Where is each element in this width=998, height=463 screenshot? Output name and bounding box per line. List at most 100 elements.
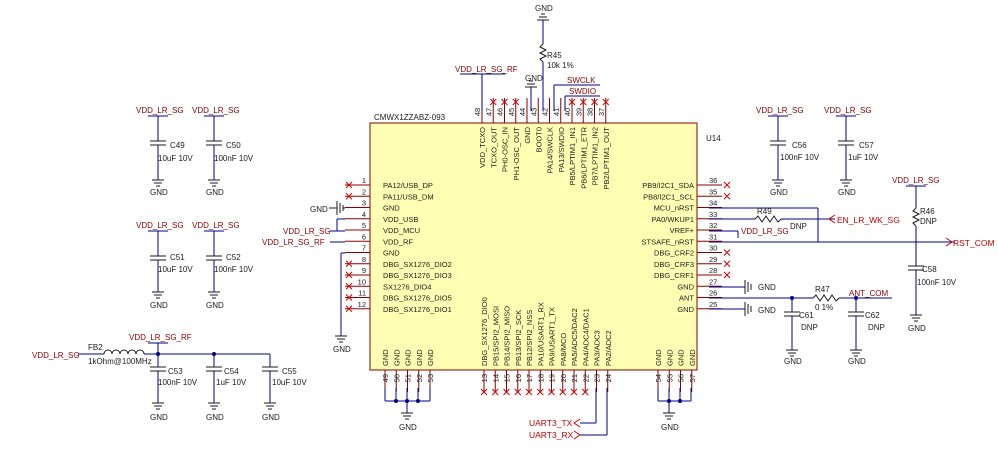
gnd-symbol-bottom-left [401,412,413,420]
pin-name-4: VDD_USB [383,215,418,224]
c50-ref: C50 [226,141,241,150]
pin-num-38: 38 [586,108,595,116]
c49-ref: C49 [170,141,185,150]
pin-name-46: PH0-OSC_IN [501,127,510,172]
pin-num-36: 36 [709,176,717,185]
gnd-symbol-bottom-right [663,412,675,420]
net-swdio: SWDIO [569,87,596,96]
pin-num-18: 18 [536,374,545,382]
pin-name-51: GND [404,349,413,366]
pin-num-39: 39 [574,108,583,116]
gnd-label-c58: GND [908,324,926,333]
pin-num-3: 3 [362,199,366,208]
r49-resistor [754,215,782,223]
gnd-symbol-c58 [910,314,922,322]
pin-num-52: 52 [415,374,424,382]
gnd-label-c54: GND [206,413,224,422]
pin-name-34: MCU_nRST [654,204,695,213]
pin-name-1: PA12/USB_DP [383,181,433,190]
gnd-label-c49: GND [150,188,168,197]
pin-num-55: 55 [665,374,674,382]
pin-name-16: PB13/SPI2_SCK [514,310,523,366]
net-vdd-lr-sg-rf-fb2: VDD_LR_SG_RF [129,333,192,342]
pin-num-23: 23 [593,374,602,382]
c54-value: 1uF 10V [216,378,247,387]
gnd-label-r45: GND [535,4,553,13]
pin-name-47: TCXO_OUT [489,127,498,168]
r47-ref: R47 [815,285,830,294]
gnd-symbol-c49 [152,179,164,187]
gnd-label-pin44: GND [525,74,543,83]
pin-name-30: DBG_CRF2 [654,249,694,258]
pin-name-24: PA2/ADC2 [604,330,613,366]
pin-num-13: 13 [480,374,489,382]
pin-num-56: 56 [677,374,686,382]
gnd-symbol-c61 [786,349,798,357]
uart3-rx-arrow [573,430,581,440]
gnd-label-c57: GND [838,188,856,197]
pin-name-27: GND [677,282,694,291]
pin-num-35: 35 [709,187,717,196]
pin-name-57: GND [688,349,697,366]
net-vdd-lr-sg-rf-left: VDD_LR_SG_RF [262,238,325,247]
pin-name-55: GND [665,349,674,366]
pin-name-50: GND [392,349,401,366]
pin-num-54: 54 [654,374,663,382]
gnd-symbol-c57 [840,179,852,187]
c58-ref: C58 [922,265,937,274]
gnd-label-c62: GND [848,357,866,366]
pin-num-8: 8 [362,255,366,264]
net-rst-com: RST_COM [953,238,995,248]
pin-num-30: 30 [709,244,717,253]
c54-ref: C54 [224,367,239,376]
pin-name-45: PH1-OSC_OUT [512,127,521,181]
gnd-label-c53: GND [150,413,168,422]
pin-name-3: GND [383,204,400,213]
net-vdd-lr-sg-rf-top: VDD_LR_SG_RF [455,65,518,74]
pin-name-41: PA13/SWDIO [557,127,566,172]
fb2-ref: FB2 [88,343,103,352]
pin-num-57: 57 [688,374,697,382]
pin-num-31: 31 [709,232,717,241]
pin-name-9: DBG_SX1276_DIO3 [383,271,452,280]
pin-num-16: 16 [514,374,523,382]
gnd-label-bottom-right: GND [661,423,679,432]
pin-num-29: 29 [709,255,717,264]
chip-part: CMWX1ZZABZ-093 [374,113,446,122]
c62-ref: C62 [865,311,880,320]
net-vdd-lr-sg-left: VDD_LR_SG [283,227,331,236]
pin-num-6: 6 [362,232,366,241]
gnd-symbol-c52 [208,291,220,299]
pin-name-29: DBG_CRF3 [654,260,694,269]
c53-ref: C53 [168,367,183,376]
gnd-label-pin25: GND [758,306,776,315]
c53-value: 100nF 10V [158,378,198,387]
net-en-lr-wk-sg: EN_LR_WK_SG [837,215,900,225]
pin-num-5: 5 [362,221,366,230]
c56-ref: C56 [792,141,807,150]
net-vdd-lr-sg-c57: VDD_LR_SG [824,106,872,115]
pin-name-39: PB6/LPTIM1_ETR [579,126,588,188]
gnd-label-c56: GND [770,188,788,197]
pin-num-22: 22 [581,374,590,382]
pin-name-37: PB2/LPTIM1_OUT [602,127,611,190]
pin-name-23: PA3/ADC3 [593,330,602,366]
schematic-canvas: CMWX1ZZABZ-093 U14 1 PA12/USB_DP 2 PA11/USB… [32,4,995,440]
c51-ref: C51 [170,253,185,262]
pin-name-14: PB15/SPI2_MOSI [491,306,500,366]
r47-value: 0 1% [815,303,833,312]
c61-value: DNP [801,323,818,332]
pin-num-41: 41 [552,108,561,116]
c62-value: DNP [868,323,885,332]
pin-num-49: 49 [381,374,390,382]
c61-ref: C61 [799,311,814,320]
pin-num-42: 42 [541,108,550,116]
pin-num-50: 50 [392,374,401,382]
pin-num-15: 15 [503,374,512,382]
pin-num-51: 51 [404,374,413,382]
r49-ref: R49 [757,207,772,216]
pin-num-45: 45 [507,108,516,116]
pin-name-56: GND [677,349,686,366]
gnd-label-c61: GND [784,357,802,366]
pin-num-27: 27 [709,277,717,286]
